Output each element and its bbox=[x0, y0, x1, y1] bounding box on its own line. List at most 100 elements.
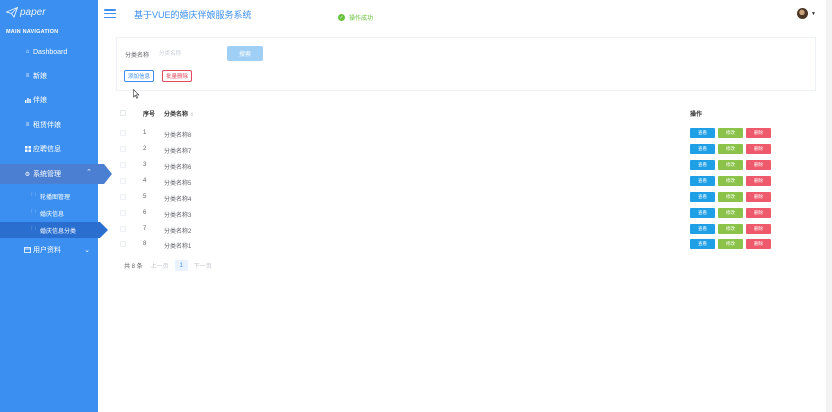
list-icon: ≡ bbox=[25, 73, 30, 79]
pagination-next[interactable]: 下一页 bbox=[194, 261, 212, 270]
view-button[interactable]: 查看 bbox=[690, 239, 715, 249]
row-category-name: 分类名称2 bbox=[164, 229, 192, 235]
sidebar-item-label: 新娘 bbox=[33, 73, 47, 80]
view-button[interactable]: 查看 bbox=[690, 224, 715, 234]
view-button[interactable]: 查看 bbox=[690, 192, 715, 202]
edit-button[interactable]: 修改 bbox=[718, 128, 743, 138]
edit-button[interactable]: 修改 bbox=[718, 192, 743, 202]
search-input[interactable] bbox=[159, 47, 221, 60]
edit-button[interactable]: 修改 bbox=[718, 176, 743, 186]
pagination-prev[interactable]: 上一页 bbox=[151, 261, 169, 270]
sidebar-item-label: 租赁伴娘 bbox=[33, 122, 61, 129]
delete-button[interactable]: 删除 bbox=[746, 208, 771, 218]
row-index: 8 bbox=[143, 241, 147, 247]
edit-button[interactable]: 修改 bbox=[718, 239, 743, 249]
sidebar-item-label: 用户资料 bbox=[33, 247, 61, 254]
sidebar-item-rent-bridesmaid[interactable]: ≡ 租赁伴娘 bbox=[0, 117, 98, 133]
home-icon: ⌂ bbox=[25, 49, 30, 55]
folder-icon: 🗀 bbox=[31, 192, 37, 198]
delete-button[interactable]: 删除 bbox=[746, 176, 771, 186]
row-index: 1 bbox=[143, 130, 147, 136]
check-circle-icon: ✓ bbox=[338, 14, 345, 21]
app-logo[interactable]: paper bbox=[6, 6, 46, 18]
sort-icon[interactable]: ⇕ bbox=[190, 112, 194, 118]
sidebar-subitem-wedding-info[interactable]: 🗀 婚庆信息 bbox=[0, 205, 98, 221]
delete-button[interactable]: 删除 bbox=[746, 160, 771, 170]
sidebar-item-bride[interactable]: ≡ 新娘 bbox=[0, 68, 98, 84]
view-button[interactable]: 查看 bbox=[690, 144, 715, 154]
row-checkbox[interactable] bbox=[120, 146, 126, 152]
row-checkbox[interactable] bbox=[120, 130, 126, 136]
sidebar-item-label: 应聘信息 bbox=[33, 146, 61, 153]
search-button[interactable]: 搜索 bbox=[227, 46, 263, 61]
sidebar-item-applications[interactable]: 应聘信息 bbox=[0, 141, 98, 157]
id-card-icon bbox=[24, 247, 31, 254]
row-checkbox[interactable] bbox=[120, 241, 126, 247]
sidebar: paper MAIN NAVIGATION ⌂ Dashboard ≡ 新娘 伴… bbox=[0, 0, 112, 412]
chevron-up-icon: ⌃ bbox=[86, 169, 92, 176]
column-header-name[interactable]: 分类名称 ⇕ bbox=[164, 109, 194, 118]
sidebar-subitem-carousel[interactable]: 🗀 轮播图管理 bbox=[0, 188, 98, 204]
table-row: 6 分类名称3 查看 修改 删除 bbox=[116, 206, 816, 222]
delete-button[interactable]: 删除 bbox=[746, 239, 771, 249]
gear-icon: ⚙ bbox=[24, 171, 31, 178]
folder-icon: 🗀 bbox=[31, 209, 37, 215]
delete-button[interactable]: 删除 bbox=[746, 128, 771, 138]
edit-button[interactable]: 修改 bbox=[718, 208, 743, 218]
row-category-name: 分类名称8 bbox=[164, 133, 192, 139]
table-row: 3 分类名称6 查看 修改 删除 bbox=[116, 158, 816, 174]
view-button[interactable]: 查看 bbox=[690, 160, 715, 170]
add-button[interactable]: 添加信息 bbox=[124, 70, 155, 82]
sidebar-item-dashboard[interactable]: ⌂ Dashboard bbox=[0, 44, 98, 60]
search-panel bbox=[116, 37, 816, 91]
delete-button[interactable]: 删除 bbox=[746, 144, 771, 154]
sidebar-item-bridesmaid[interactable]: 伴娘 bbox=[0, 92, 98, 108]
row-category-name: 分类名称5 bbox=[164, 181, 192, 187]
edit-button[interactable]: 修改 bbox=[718, 224, 743, 234]
view-button[interactable]: 查看 bbox=[690, 208, 715, 218]
view-button[interactable]: 查看 bbox=[690, 128, 715, 138]
sidebar-item-system[interactable]: ⚙ 系统管理 ⌃ bbox=[0, 164, 112, 184]
table-row: 8 分类名称1 查看 修改 删除 bbox=[116, 237, 816, 253]
batch-delete-button[interactable]: 批量删除 bbox=[162, 70, 193, 82]
sidebar-subitem-wedding-category[interactable]: 🗀 婚庆信息分类 bbox=[0, 222, 108, 238]
chevron-down-icon: ⌄ bbox=[84, 247, 90, 254]
column-header-ops: 操作 bbox=[690, 112, 703, 118]
row-checkbox[interactable] bbox=[120, 210, 126, 216]
delete-button[interactable]: 删除 bbox=[746, 224, 771, 234]
table-row: 2 分类名称7 查看 修改 删除 bbox=[116, 142, 816, 158]
toast-message: 操作成功 bbox=[349, 16, 374, 22]
scrollbar[interactable] bbox=[826, 0, 832, 412]
row-category-name: 分类名称1 bbox=[164, 244, 192, 250]
row-index: 6 bbox=[143, 210, 147, 216]
row-checkbox[interactable] bbox=[120, 162, 126, 168]
caret-down-icon[interactable]: ▼ bbox=[811, 11, 816, 17]
row-index: 2 bbox=[143, 146, 147, 152]
delete-button[interactable]: 删除 bbox=[746, 192, 771, 202]
avatar[interactable] bbox=[797, 8, 808, 19]
sidebar-subitem-label: 婚庆信息 bbox=[40, 211, 65, 218]
table-row: 4 分类名称5 查看 修改 删除 bbox=[116, 174, 816, 190]
row-category-name: 分类名称6 bbox=[164, 165, 192, 171]
row-checkbox[interactable] bbox=[120, 226, 126, 232]
pagination-total: 共 8 条 bbox=[124, 264, 143, 270]
row-actions: 查看 修改 删除 bbox=[690, 160, 771, 170]
row-checkbox[interactable] bbox=[120, 178, 126, 184]
sidebar-item-user-profile[interactable]: 用户资料 ⌄ bbox=[0, 242, 98, 258]
table-row: 1 分类名称8 查看 修改 删除 bbox=[116, 126, 816, 142]
edit-button[interactable]: 修改 bbox=[718, 160, 743, 170]
edit-button[interactable]: 修改 bbox=[718, 144, 743, 154]
sidebar-item-label: Dashboard bbox=[33, 48, 68, 56]
table-row: 7 分类名称2 查看 修改 删除 bbox=[116, 222, 816, 238]
menu-toggle-icon[interactable] bbox=[104, 9, 116, 18]
select-all-checkbox[interactable] bbox=[120, 110, 126, 116]
row-index: 4 bbox=[143, 178, 147, 184]
row-actions: 查看 修改 删除 bbox=[690, 208, 771, 218]
folder-icon: 🗀 bbox=[31, 226, 37, 232]
row-index: 3 bbox=[143, 162, 147, 168]
pagination-page[interactable]: 1 bbox=[174, 260, 188, 271]
column-header-index: 序号 bbox=[143, 112, 156, 118]
view-button[interactable]: 查看 bbox=[690, 176, 715, 186]
row-actions: 查看 修改 删除 bbox=[690, 128, 771, 138]
row-checkbox[interactable] bbox=[120, 194, 126, 200]
